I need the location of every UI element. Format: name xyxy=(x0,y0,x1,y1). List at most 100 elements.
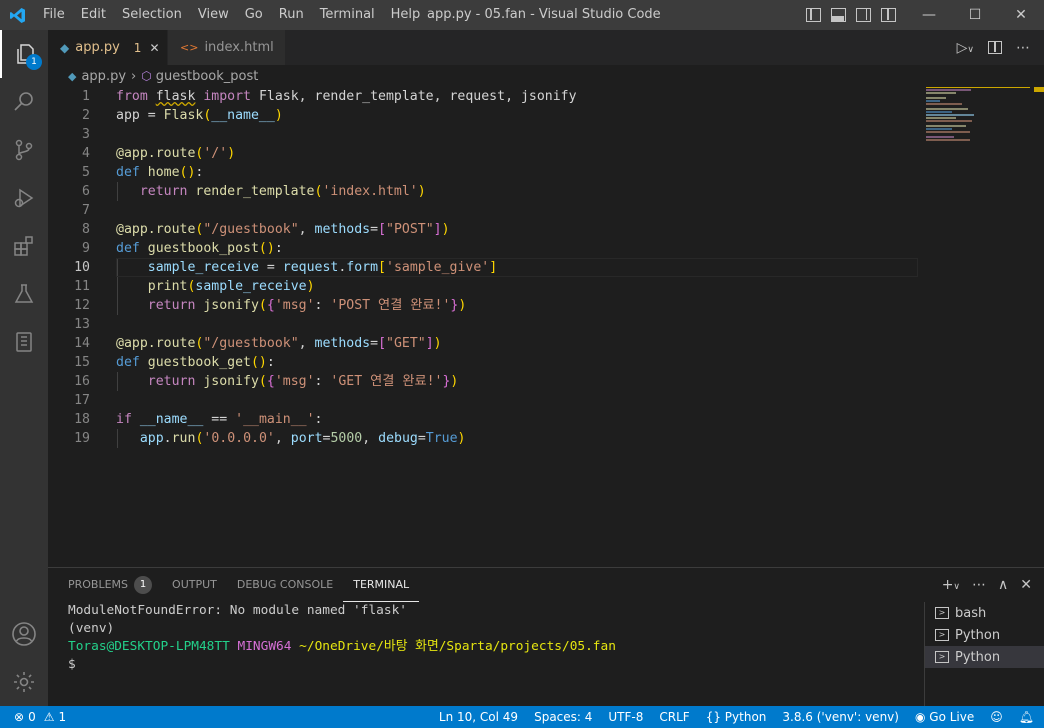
menu-run[interactable]: Run xyxy=(271,0,312,30)
menu-view[interactable]: View xyxy=(190,0,237,30)
terminal-label: Python xyxy=(955,649,1001,665)
minimap[interactable] xyxy=(920,87,1030,567)
breadcrumb-symbol[interactable]: guestbook_post xyxy=(156,69,259,84)
menu-terminal[interactable]: Terminal xyxy=(312,0,383,30)
customize-layout-icon[interactable] xyxy=(881,8,896,22)
code-line[interactable]: 9 def guestbook_post(): xyxy=(48,239,920,258)
end-of-line[interactable]: CRLF xyxy=(659,710,689,724)
cursor-position[interactable]: Ln 10, Col 49 xyxy=(439,710,518,724)
line-number: 4 xyxy=(82,146,90,161)
activity-bar: 1 xyxy=(0,30,48,706)
editor-scrollbar[interactable] xyxy=(1032,87,1044,567)
tab-index-html[interactable]: <> index.html xyxy=(168,30,286,65)
tab-terminal[interactable]: TERMINAL xyxy=(343,568,420,602)
code-token: guestbook_post xyxy=(147,241,259,256)
close-tab-icon[interactable]: ✕ xyxy=(149,41,159,55)
code-line[interactable]: 6 return render_template('index.html') xyxy=(48,182,920,201)
python-interpreter[interactable]: 3.8.6 ('venv': venv) xyxy=(782,710,899,724)
maximize-panel-icon[interactable]: ∧ xyxy=(998,577,1008,593)
code-token: , xyxy=(362,431,379,446)
split-editor-icon[interactable] xyxy=(988,41,1002,54)
terminal-output[interactable]: ModuleNotFoundError: No module named 'fl… xyxy=(68,602,918,702)
problems-status[interactable]: ⊗ 0 ⚠ 1 xyxy=(14,706,66,728)
indentation[interactable]: Spaces: 4 xyxy=(534,710,592,724)
code-line[interactable]: 19 app.run('0.0.0.0', port=5000, debug=T… xyxy=(48,429,920,448)
source-control-icon[interactable] xyxy=(0,126,48,174)
new-terminal-icon[interactable]: +∨ xyxy=(942,577,960,593)
line-number: 14 xyxy=(74,336,90,351)
terminal-item-python[interactable]: > Python xyxy=(925,624,1044,646)
code-line[interactable]: 15 def guestbook_get(): xyxy=(48,353,920,372)
code-line[interactable]: 5 def home(): xyxy=(48,163,920,182)
code-token: "GET" xyxy=(386,336,426,351)
code-line[interactable]: 2 app = Flask(__name__) xyxy=(48,106,920,125)
close-window-icon[interactable]: ✕ xyxy=(998,0,1044,30)
terminal-item-python-selected[interactable]: > Python xyxy=(925,646,1044,668)
breadcrumb-file[interactable]: app.py xyxy=(81,69,126,84)
encoding[interactable]: UTF-8 xyxy=(608,710,643,724)
code-line[interactable]: 13 xyxy=(48,315,920,334)
account-icon[interactable] xyxy=(0,610,48,658)
code-line[interactable]: 18 if __name__ == '__main__': xyxy=(48,410,920,429)
go-live[interactable]: ◉ Go Live xyxy=(915,710,974,724)
menu-selection[interactable]: Selection xyxy=(114,0,190,30)
terminal-item-bash[interactable]: > bash xyxy=(925,602,1044,624)
menu-edit[interactable]: Edit xyxy=(73,0,114,30)
testing-icon[interactable] xyxy=(0,270,48,318)
search-icon[interactable] xyxy=(0,78,48,126)
line-number: 7 xyxy=(82,203,90,218)
code-line[interactable]: 7 xyxy=(48,201,920,220)
code-token: @app.route xyxy=(116,222,196,237)
tab-label: index.html xyxy=(204,40,274,55)
code-line[interactable]: 3 xyxy=(48,125,920,144)
code-line[interactable]: 16 return jsonify({'msg': 'GET 연결 완료!'}) xyxy=(48,372,920,391)
extensions-icon[interactable] xyxy=(0,222,48,270)
method-cube-icon: ⬡ xyxy=(141,69,152,83)
code-line[interactable]: 8 @app.route("/guestbook", methods=["POST… xyxy=(48,220,920,239)
code-line[interactable]: 12 return jsonify({'msg': 'POST 연결 완료!'}… xyxy=(48,296,920,315)
remote-explorer-icon[interactable] xyxy=(0,318,48,366)
toggle-panel-icon[interactable] xyxy=(831,8,846,22)
menu-file[interactable]: File xyxy=(35,0,73,30)
code-line[interactable]: 11 print(sample_receive) xyxy=(48,277,920,296)
code-token: , xyxy=(274,431,291,446)
notifications-bell-icon[interactable]: 🔔︎ xyxy=(1019,710,1034,724)
run-debug-icon[interactable] xyxy=(0,174,48,222)
tab-app-py[interactable]: ◆ app.py 1 ✕ xyxy=(48,30,168,65)
close-panel-icon[interactable]: ✕ xyxy=(1020,577,1032,593)
code-token: , xyxy=(298,336,315,351)
settings-gear-icon[interactable] xyxy=(0,658,48,706)
more-actions-icon[interactable]: ⋯ xyxy=(1016,40,1030,56)
feedback-icon[interactable]: ☺ xyxy=(990,710,1003,724)
code-token: methods xyxy=(314,336,371,351)
code-token: request xyxy=(282,260,339,275)
code-line[interactable]: 17 xyxy=(48,391,920,410)
code-line[interactable]: 10 sample_receive = request.form['sample… xyxy=(48,258,920,277)
prompt-path: ~/OneDrive/바탕 화면/Sparta/projects/05.fan xyxy=(299,639,616,654)
toggle-secondary-sidebar-icon[interactable] xyxy=(856,8,871,22)
tab-problems[interactable]: PROBLEMS 1 xyxy=(48,568,162,602)
tab-debug-console[interactable]: DEBUG CONSOLE xyxy=(227,568,343,602)
code-token: 'sample_give' xyxy=(386,260,490,275)
explorer-icon[interactable]: 1 xyxy=(0,30,48,78)
terminal-input-line[interactable]: $ xyxy=(68,656,918,674)
menu-help[interactable]: Help xyxy=(383,0,429,30)
maximize-icon[interactable]: ☐ xyxy=(952,0,998,30)
editor-actions: ▷∨ ⋯ xyxy=(957,30,1044,65)
code-line[interactable]: 1 from flask import Flask, render_templat… xyxy=(48,87,920,106)
toggle-primary-sidebar-icon[interactable] xyxy=(806,8,821,22)
more-actions-icon[interactable]: ⋯ xyxy=(972,577,986,593)
tab-output[interactable]: OUTPUT xyxy=(162,568,227,602)
problems-count-badge: 1 xyxy=(134,576,153,594)
line-number: 5 xyxy=(82,165,90,180)
code-editor[interactable]: 1 from flask import Flask, render_templat… xyxy=(48,87,920,567)
minimize-icon[interactable]: — xyxy=(906,0,952,30)
menu-go[interactable]: Go xyxy=(237,0,271,30)
code-line[interactable]: 14 @app.route("/guestbook", methods=["GET… xyxy=(48,334,920,353)
terminal-prompt: Toras@DESKTOP-LPM48TT MINGW64 ~/OneDrive… xyxy=(68,638,918,656)
run-python-file-icon[interactable]: ▷∨ xyxy=(957,40,974,56)
code-line[interactable]: 4 @app.route('/') xyxy=(48,144,920,163)
language-mode[interactable]: {} Python xyxy=(706,710,767,724)
code-token: 5000 xyxy=(330,431,363,446)
